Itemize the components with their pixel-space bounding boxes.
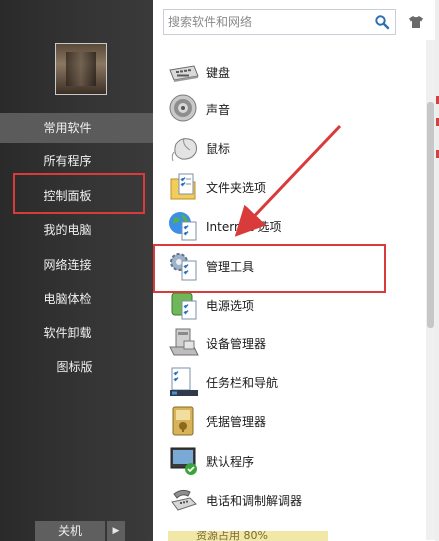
sidebar-item-pc-checkup[interactable]: 电脑体检 (0, 284, 153, 314)
sidebar-item-my-computer[interactable]: 我的电脑 (0, 215, 153, 245)
cp-item-keyboard[interactable]: 键盘 (168, 56, 408, 95)
cp-item-label: 凭据管理器 (206, 415, 267, 429)
sidebar-item-icon-view[interactable]: 图标版 (0, 352, 153, 382)
cp-item-mouse[interactable]: 鼠标 (168, 132, 408, 171)
cp-item-label: 任务栏和导航 (206, 376, 279, 390)
cp-item-label: 默认程序 (206, 455, 255, 469)
cp-item-credential-manager[interactable]: 凭据管理器 (168, 405, 408, 444)
cp-item-label: 电源选项 (206, 299, 255, 313)
cp-item-power-options[interactable]: 电源选项 (168, 289, 408, 328)
sidebar-item-network[interactable]: 网络连接 (0, 250, 153, 280)
resource-usage-bar: 资源占用 80% (168, 531, 328, 541)
avatar[interactable] (55, 43, 107, 95)
cp-item-label: 键盘 (206, 66, 231, 80)
device-manager-icon (169, 328, 199, 356)
cp-item-device-manager[interactable]: 设备管理器 (168, 327, 408, 366)
keyboard-icon (169, 65, 199, 82)
highlight-box-control-panel (13, 173, 145, 214)
cp-item-sound[interactable]: 声音 (168, 93, 408, 132)
cp-item-label: 声音 (206, 103, 231, 117)
cp-item-label: 文件夹选项 (206, 181, 267, 195)
power-options-icon (171, 292, 197, 320)
cp-item-label: 设备管理器 (206, 337, 267, 351)
internet-options-icon (169, 212, 197, 241)
shutdown-options-arrow-icon[interactable]: ▶ (107, 521, 125, 541)
sidebar-item-common-software[interactable]: 常用软件 (0, 113, 153, 143)
phone-modem-icon (171, 489, 197, 511)
cp-item-phone-modem[interactable]: 电话和调制解调器 (168, 484, 408, 523)
default-programs-icon (170, 447, 197, 475)
highlight-box-admin-tools (153, 244, 386, 293)
search-input[interactable] (168, 13, 368, 31)
folder-options-icon (170, 173, 196, 200)
cp-item-label: 电话和调制解调器 (206, 494, 303, 508)
cp-item-default-programs[interactable]: 默认程序 (168, 445, 408, 484)
sidebar-item-all-programs[interactable]: 所有程序 (0, 146, 153, 176)
mouse-icon (171, 137, 197, 162)
search-box (163, 9, 396, 35)
shutdown-button[interactable]: 关机 (35, 521, 105, 541)
scrollbar-thumb[interactable] (427, 102, 434, 328)
search-icon[interactable] (374, 14, 390, 30)
window-edge (435, 0, 439, 541)
cp-item-label: 鼠标 (206, 142, 231, 156)
cp-item-folder-options[interactable]: 文件夹选项 (168, 171, 408, 210)
sidebar-item-uninstall[interactable]: 软件卸载 (0, 318, 153, 348)
taskbar-icon (170, 367, 198, 396)
credential-manager-icon (172, 406, 194, 436)
cp-item-taskbar[interactable]: 任务栏和导航 (168, 366, 408, 405)
cp-item-label: Internet 选项 (206, 220, 282, 234)
speaker-icon (169, 94, 197, 122)
skin-shirt-icon[interactable] (408, 15, 424, 29)
